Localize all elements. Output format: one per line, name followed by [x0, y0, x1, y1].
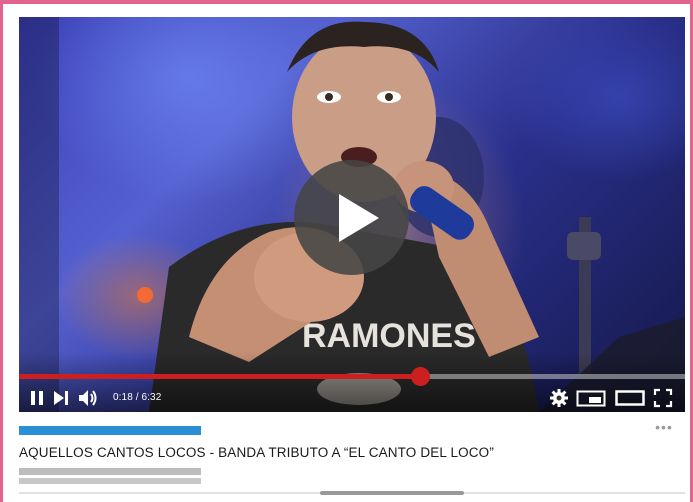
- theater-mode-button[interactable]: [615, 388, 645, 408]
- pause-icon: [31, 391, 43, 405]
- meta-placeholder-line-2: [19, 478, 201, 484]
- next-button[interactable]: [51, 388, 71, 408]
- next-icon: [54, 391, 68, 405]
- theater-mode-icon: [615, 390, 645, 406]
- accent-bar: [19, 426, 201, 435]
- volume-icon: [79, 390, 97, 406]
- time-display: 0:18 / 6:32: [113, 392, 162, 403]
- volume-button[interactable]: [77, 388, 99, 408]
- miniplayer-button[interactable]: [576, 388, 606, 408]
- pause-button[interactable]: [27, 388, 47, 408]
- play-icon: [339, 194, 379, 242]
- page-frame-top: [0, 0, 693, 4]
- video-player[interactable]: RAMONES 0:18 / 6:32: [19, 17, 685, 412]
- fullscreen-icon: [653, 388, 673, 408]
- big-play-button[interactable]: [294, 160, 409, 275]
- progress-played: [19, 374, 420, 379]
- control-bar: 0:18 / 6:32: [19, 385, 685, 412]
- progress-scrubber-handle[interactable]: [410, 367, 430, 386]
- shirt-print: RAMONES: [302, 317, 476, 355]
- miniplayer-icon: [576, 390, 606, 407]
- video-title[interactable]: AQUELLOS CANTOS LOCOS - BANDA TRIBUTO A …: [19, 445, 494, 460]
- progress-bar[interactable]: [19, 367, 685, 386]
- settings-button[interactable]: [549, 388, 569, 408]
- horizontal-scrollbar-thumb[interactable]: [320, 491, 464, 495]
- meta-placeholder-line: [19, 468, 201, 475]
- settings-icon: [550, 389, 568, 407]
- fullscreen-button[interactable]: [653, 388, 673, 408]
- page-frame-left: [0, 0, 3, 502]
- more-options-icon[interactable]: •••: [652, 420, 676, 434]
